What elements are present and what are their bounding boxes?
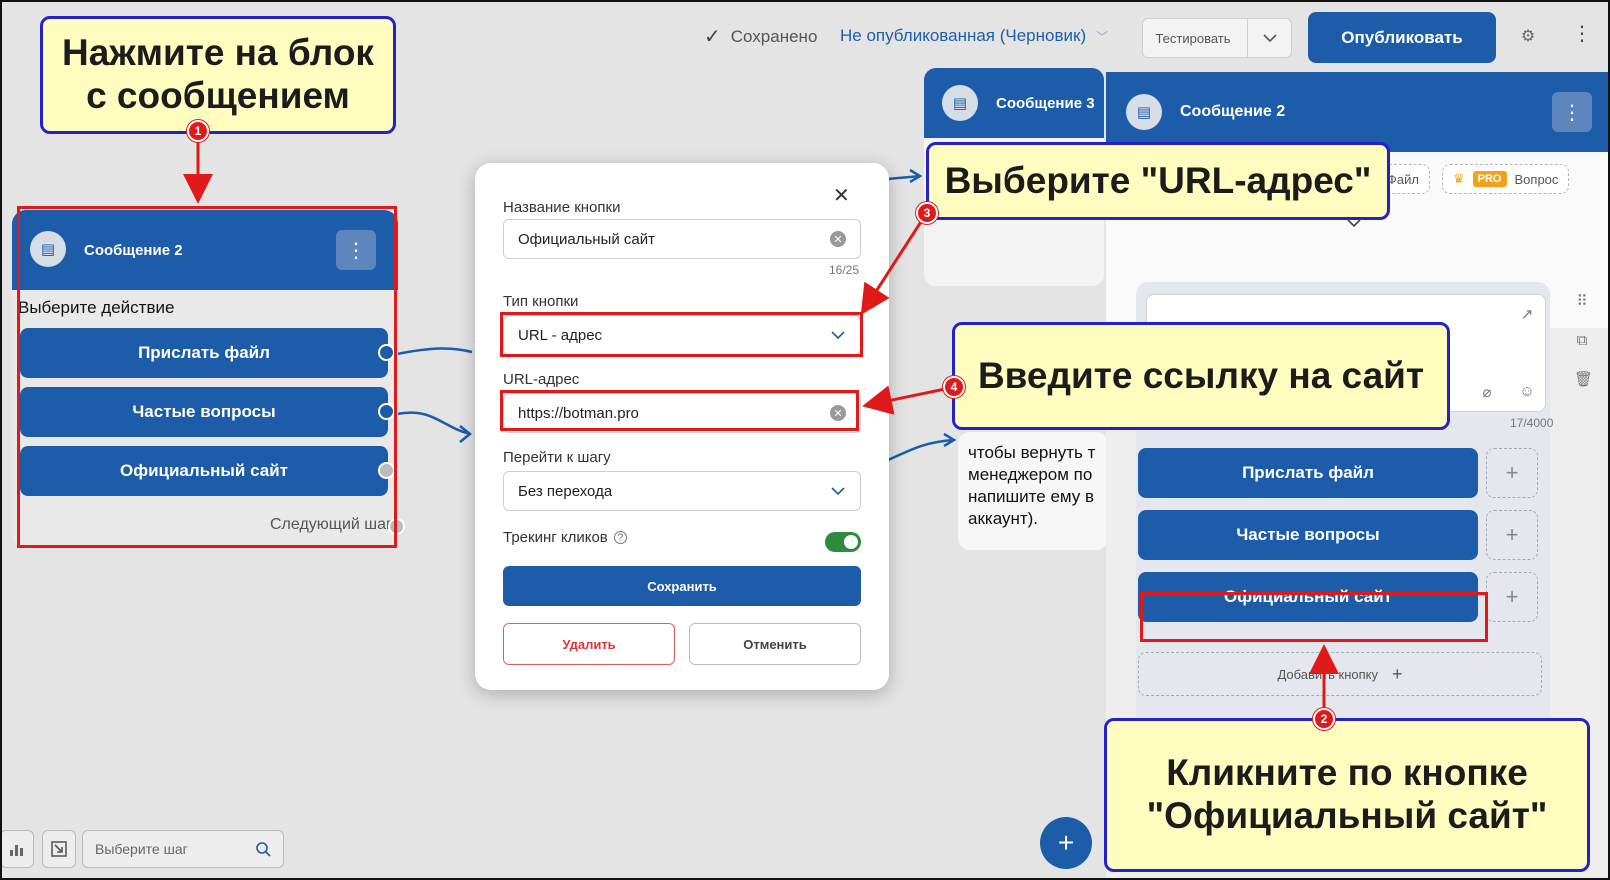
cancel-button[interactable]: Отменить (689, 623, 861, 665)
add-step-button[interactable]: + (1486, 448, 1538, 498)
test-dropdown-toggle[interactable] (1247, 19, 1291, 57)
step-badge-3: 3 (916, 202, 938, 224)
publish-status-label: Не опубликованная (Черновик) (840, 26, 1087, 45)
attachment-icon[interactable]: ⌀ (1479, 383, 1495, 401)
chevron-down-icon (1262, 34, 1277, 43)
node-title: Сообщение 3 (996, 95, 1095, 112)
pro-badge: PRO (1472, 171, 1507, 187)
search-icon (256, 842, 271, 857)
goto-step-value: Без перехода (518, 482, 613, 500)
click-tracking-label: Трекинг кликов (503, 529, 608, 546)
button-name-value: Официальный сайт (518, 230, 655, 248)
click-tracking-row: Трекинг кликов ? (503, 529, 627, 546)
button-name-input[interactable]: Официальный сайт ✕ (503, 219, 861, 259)
panel-button-send-file[interactable]: Прислать файл (1138, 448, 1478, 498)
message-text-fragment: чтобы вернуть т менеджером по напишите е… (968, 443, 1096, 528)
plus-icon: + (1392, 663, 1403, 684)
panel-title: Сообщение 2 (1180, 103, 1286, 120)
panel-header: ▤ Сообщение 2 ⋮ (1106, 72, 1608, 152)
saved-label: Сохранено (730, 26, 818, 46)
step-badge-4: 4 (943, 376, 965, 398)
publish-status-dropdown[interactable]: Не опубликованная (Черновик) ﹀ (840, 26, 1108, 46)
add-button[interactable]: Добавить кнопку + (1138, 652, 1542, 696)
goto-step-label: Перейти к шагу (503, 449, 611, 466)
text-counter: 17/4000 (1510, 416, 1554, 430)
step-badge-2: 2 (1313, 708, 1335, 730)
add-step-button[interactable]: + (1486, 572, 1538, 622)
node-header: ▤ Сообщение 3 (924, 68, 1104, 138)
delete-button[interactable]: Удалить (503, 623, 675, 665)
check-icon: ✓ (704, 26, 721, 48)
tab-question-label: Вопрос (1514, 171, 1559, 187)
add-button-label: Добавить кнопку (1277, 666, 1379, 682)
callout-step-4: Введите ссылку на сайт (952, 322, 1450, 430)
trash-icon[interactable]: 🗑 (1574, 370, 1593, 388)
click-tracking-toggle[interactable] (825, 532, 861, 552)
button-type-label: Тип кнопки (503, 293, 579, 310)
import-arrow-icon (51, 841, 67, 857)
callout-step-3: Выберите "URL-адрес" (926, 142, 1390, 220)
more-menu-icon[interactable]: ⋮ (1572, 24, 1592, 44)
callout-step-2: Кликните по кнопке "Официальный сайт" (1104, 718, 1590, 872)
toggle-knob (844, 535, 858, 549)
url-label: URL-адрес (503, 371, 580, 388)
panel-button-faq[interactable]: Частые вопросы (1138, 510, 1478, 560)
clear-icon[interactable]: ✕ (830, 231, 846, 247)
highlight-official-site-button (1140, 592, 1488, 642)
message-icon: ▤ (942, 85, 978, 121)
close-icon[interactable]: ✕ (833, 183, 850, 208)
tab-file-label: Файл (1387, 171, 1419, 187)
test-button[interactable]: Тестировать (1142, 18, 1292, 58)
bar-chart-icon (10, 845, 23, 856)
drag-handle-icon[interactable]: ⠿ (1574, 292, 1590, 310)
step-search-placeholder: Выберите шаг (95, 841, 188, 857)
button-name-counter: 16/25 (829, 263, 860, 277)
add-block-button[interactable]: + (1040, 817, 1092, 869)
add-step-button[interactable]: + (1486, 510, 1538, 560)
step-badge-1: 1 (187, 120, 209, 142)
tab-question[interactable]: ♛ PRO Вопрос (1442, 164, 1570, 194)
test-button-label: Тестировать (1155, 30, 1231, 46)
external-link-icon[interactable]: ↗ (1519, 305, 1535, 323)
publish-button[interactable]: Опубликовать (1308, 12, 1496, 63)
save-button[interactable]: Сохранить (503, 566, 861, 606)
screenshot-frame: ✓ Сохранено Не опубликованная (Черновик)… (0, 0, 1610, 880)
help-icon[interactable]: ? (613, 531, 627, 544)
highlight-url-input (500, 390, 859, 431)
step-search-input[interactable]: Выберите шаг (82, 830, 284, 868)
gear-icon[interactable]: ⚙ (1518, 26, 1538, 46)
import-icon[interactable] (42, 830, 76, 868)
panel-menu-button[interactable]: ⋮ (1552, 92, 1592, 132)
goto-step-select[interactable]: Без перехода (503, 471, 861, 511)
highlight-node (17, 206, 397, 548)
callout-step-1: Нажмите на блок с сообщением (40, 16, 396, 134)
highlight-button-type (500, 312, 863, 357)
chevron-down-icon (831, 487, 845, 496)
button-name-label: Название кнопки (503, 199, 621, 216)
chevron-down-icon: ﹀ (1096, 29, 1109, 44)
crown-icon: ♛ (1453, 171, 1465, 186)
saved-status: ✓ Сохранено (704, 24, 817, 49)
stats-icon[interactable] (2, 830, 34, 868)
message-icon: ▤ (1126, 94, 1162, 130)
emoji-icon[interactable]: ☺ (1519, 383, 1535, 400)
copy-icon[interactable]: ⧉ (1574, 332, 1590, 349)
